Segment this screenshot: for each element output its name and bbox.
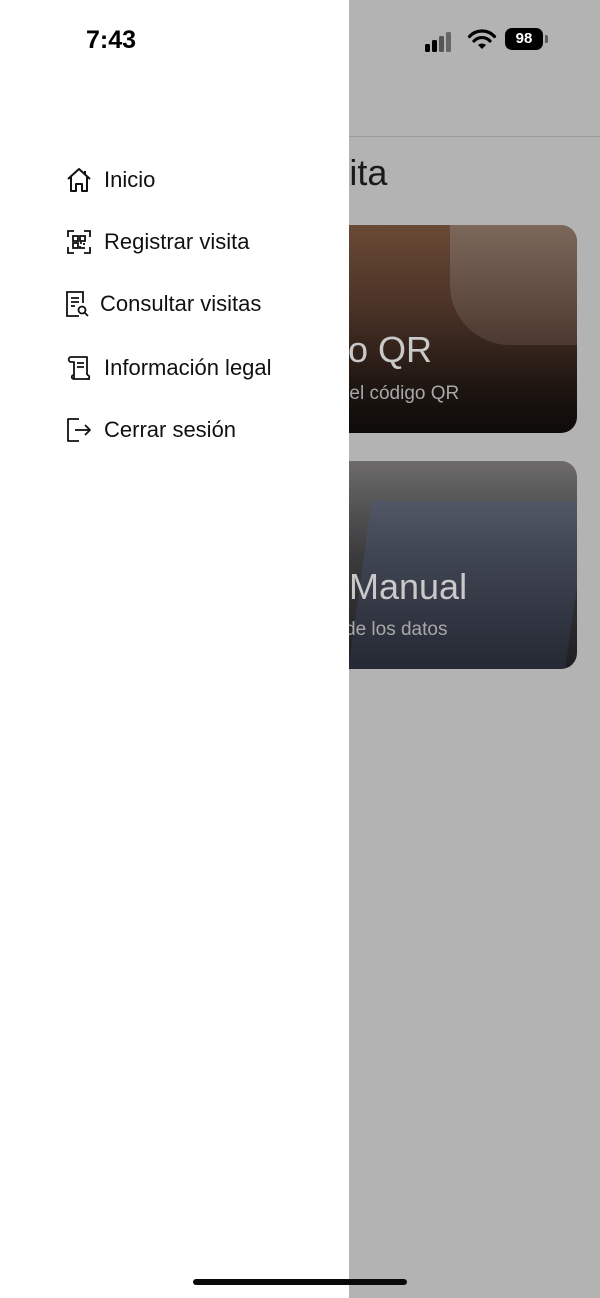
- card-title: o QR: [348, 329, 433, 370]
- home-icon: [64, 165, 94, 195]
- cellular-signal-icon: [425, 28, 457, 52]
- battery-indicator: 98: [505, 28, 543, 50]
- battery-tip: [545, 35, 548, 43]
- menu-item-registrar-visita[interactable]: Registrar visita: [64, 224, 249, 260]
- navigation-drawer: 7:43 Inicio Registrar visita Consultar v…: [0, 0, 349, 1298]
- qr-scan-icon: [64, 227, 94, 257]
- home-indicator[interactable]: [193, 1279, 407, 1285]
- card-title: Manual: [349, 566, 468, 607]
- menu-item-label: Cerrar sesión: [104, 417, 237, 442]
- document-search-icon: [64, 289, 90, 319]
- wifi-icon: [467, 29, 497, 56]
- menu-item-label: Registrar visita: [104, 229, 250, 254]
- card-subtitle: de los datos: [345, 619, 448, 640]
- logout-icon: [64, 415, 94, 445]
- menu-item-inicio[interactable]: Inicio: [64, 162, 155, 198]
- menu-item-label: Información legal: [104, 355, 272, 380]
- menu-item-informacion-legal[interactable]: Información legal: [64, 350, 272, 386]
- scroll-document-icon: [64, 353, 94, 383]
- menu-item-cerrar-sesion[interactable]: Cerrar sesión: [64, 412, 236, 448]
- status-time: 7:43: [86, 26, 137, 54]
- menu-item-consultar-visitas[interactable]: Consultar visitas: [64, 286, 261, 322]
- menu-item-label: Consultar visitas: [100, 291, 262, 316]
- menu-item-label: Inicio: [104, 167, 156, 192]
